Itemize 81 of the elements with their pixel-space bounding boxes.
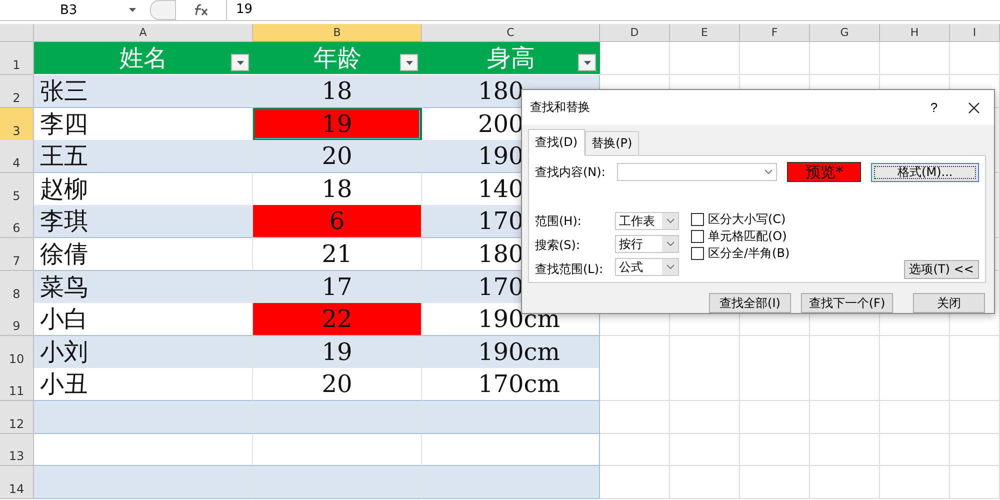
column-header[interactable]: I (950, 24, 1000, 42)
table-cell: 21 (253, 238, 422, 271)
row-header[interactable]: 2 (0, 75, 34, 108)
filter-button[interactable] (578, 54, 596, 71)
table-cell: 王五 (34, 140, 253, 174)
table-cell: 20 (253, 140, 422, 174)
name-box[interactable]: B3 (0, 1, 140, 19)
chevron-icon (764, 169, 773, 175)
checkbox-label: 区分全/半角(B) (708, 245, 790, 262)
format-preview: 预览* (787, 162, 862, 182)
row-header[interactable]: 11 (0, 368, 34, 402)
table-cell: 170cm (422, 368, 600, 402)
table-cell: 190cm (422, 336, 600, 369)
table-cell: 李琪 (34, 205, 253, 238)
caret-icon (129, 8, 136, 12)
table-cell: 19 (253, 108, 422, 141)
table-cell: 19 (253, 336, 422, 369)
row-header[interactable]: 3 (0, 108, 34, 141)
dialog-button[interactable]: 关闭 (913, 293, 985, 313)
column-header[interactable]: B (253, 24, 422, 42)
table-cell: 18 (253, 75, 422, 108)
row-header[interactable]: 7 (0, 238, 34, 271)
checkbox-label: 单元格匹配(O) (708, 228, 787, 245)
dialog-button[interactable]: 查找全部(I) (709, 293, 791, 313)
filter-button[interactable] (231, 54, 249, 71)
options-button[interactable]: 选项(T) << (904, 260, 979, 279)
row-header[interactable]: 14 (0, 466, 34, 499)
row-header[interactable]: 5 (0, 172, 34, 206)
header-cell: 身高 (422, 42, 600, 75)
row-header[interactable]: 13 (0, 434, 34, 466)
help-button[interactable]: ? (914, 100, 954, 115)
table-cell: 17 (253, 270, 422, 304)
function-icon[interactable] (193, 4, 209, 16)
row-header[interactable]: 12 (0, 400, 34, 434)
option-label: 范围(H): (535, 213, 582, 230)
checkbox[interactable] (691, 213, 704, 226)
row-header[interactable]: 1 (0, 42, 34, 75)
option-label: 搜索(S): (535, 237, 580, 254)
tab[interactable]: 查找(D) (528, 129, 585, 156)
option-select[interactable]: 公式 (615, 258, 679, 276)
dialog-button[interactable]: 查找下一个(F) (801, 293, 893, 313)
caret-icon (236, 60, 244, 64)
caret-icon (584, 60, 590, 64)
column-header[interactable]: D (600, 24, 670, 42)
row-header[interactable]: 10 (0, 336, 34, 369)
chevron-icon (666, 218, 674, 224)
find-field[interactable] (617, 163, 778, 181)
row-header[interactable]: 8 (0, 270, 34, 304)
close-icon (968, 102, 980, 114)
table-cell: 20 (253, 368, 422, 402)
option-select[interactable]: 按行 (615, 235, 679, 253)
column-header[interactable]: G (810, 24, 880, 42)
checkbox[interactable] (691, 230, 704, 243)
table-cell: 小白 (34, 303, 253, 336)
table-cell: 小刘 (34, 336, 253, 369)
table-cell: 张三 (34, 75, 253, 108)
row-header[interactable]: 6 (0, 205, 34, 238)
row-header[interactable]: 9 (0, 303, 34, 336)
tab[interactable]: 替换(P) (584, 131, 640, 156)
table-cell: 菜鸟 (34, 270, 253, 304)
filter-button[interactable] (400, 54, 418, 71)
header-cell: 姓名 (34, 42, 253, 75)
checkbox-label: 区分大小写(C) (708, 211, 786, 228)
column-header[interactable]: E (670, 24, 740, 42)
caret-icon (406, 60, 412, 64)
table-cell: 小丑 (34, 368, 253, 402)
format-button[interactable]: 格式(M)... (871, 162, 979, 182)
formula-field[interactable]: 19 (226, 0, 1000, 20)
table-cell: 22 (253, 303, 422, 336)
column-header[interactable]: C (422, 24, 600, 42)
chevron-icon (666, 241, 674, 247)
checkbox[interactable] (691, 247, 704, 260)
column-header[interactable]: F (740, 24, 810, 42)
option-select[interactable]: 工作表 (615, 212, 679, 230)
table-cell: 徐倩 (34, 238, 253, 271)
row-header[interactable]: 4 (0, 140, 34, 174)
column-header[interactable]: H (880, 24, 950, 42)
table-cell: 6 (253, 205, 422, 238)
column-header[interactable]: A (34, 24, 253, 42)
header-cell: 年龄 (253, 42, 422, 75)
chevron-icon (666, 264, 674, 270)
